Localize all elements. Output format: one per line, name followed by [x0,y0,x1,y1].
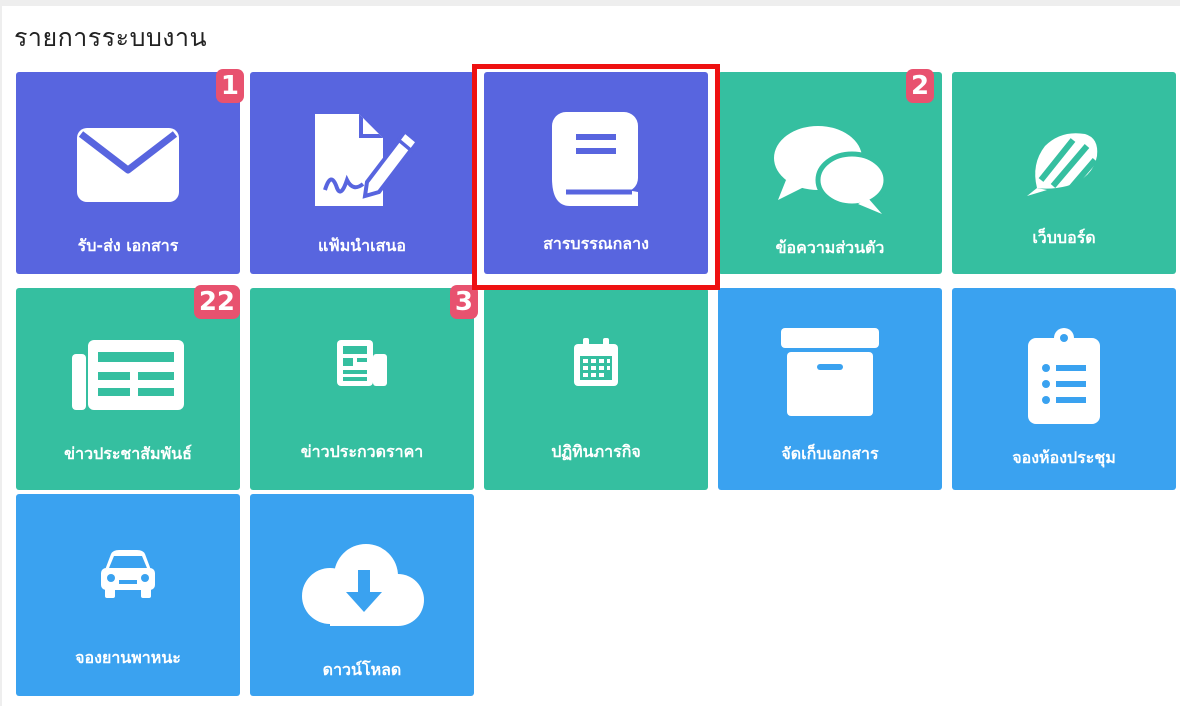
tile-webboard[interactable]: เว็บบอร์ด [952,72,1176,274]
tile-label: จองยานพาหนะ [75,648,181,667]
tile-label: ข่าวประชาสัมพันธ์ [64,444,192,463]
tile-proposal-folder[interactable]: แฟ้มนำเสนอ [250,72,474,274]
tile-label: จัดเก็บเอกสาร [781,444,879,463]
tile-mission-calendar[interactable]: ปฏิทินภารกิจ [484,288,708,490]
tile-label: ข้อความส่วนตัว [775,238,885,257]
notification-badge: 3 [449,285,478,319]
small-newspaper-icon [337,340,387,390]
signed-document-icon [307,110,420,214]
tile-label: ดาวน์โหลด [322,660,402,679]
car-icon [101,550,155,602]
notification-badge: 1 [215,69,244,103]
clipboard-list-icon [1028,328,1100,428]
notification-badge: 22 [193,285,240,319]
envelope-icon [77,128,179,206]
archive-box-icon [781,328,879,420]
tile-private-messages[interactable]: ข้อความส่วนตัว 2 [718,69,942,274]
tile-document-archive[interactable]: จัดเก็บเอกสาร [718,288,942,490]
system-list-panel: รายการระบบงาน รับ-ส่ง เอกสาร 1 แฟ้มนำเสน… [0,0,1180,706]
newspaper-icon [72,340,184,414]
notification-badge: 2 [906,69,935,103]
chat-bubbles-icon [772,124,889,220]
tile-label: ข่าวประกวดราคา [300,442,424,461]
tile-label: จองห้องประชุม [1012,448,1116,467]
page-title: รายการระบบงาน [14,23,208,52]
tile-download[interactable]: ดาวน์โหลด [250,494,474,696]
tile-label: ปฏิทินภารกิจ [551,442,641,461]
tile-document-send-receive[interactable]: รับ-ส่ง เอกสาร 1 [16,69,244,274]
tile-central-records[interactable]: สารบรรณกลาง [484,72,708,274]
tile-meeting-room-booking[interactable]: จองห้องประชุม [952,288,1176,490]
cloud-download-icon [300,542,424,632]
tile-label: สารบรรณกลาง [543,234,649,253]
calendar-icon [574,338,618,390]
tile-bid-news[interactable]: ข่าวประกวดราคา 3 [250,285,478,490]
webboard-icon [1027,130,1101,200]
book-icon [552,112,640,212]
tile-label: เว็บบอร์ด [1032,228,1096,247]
tile-label: รับ-ส่ง เอกสาร [77,236,179,255]
tile-label: แฟ้มนำเสนอ [318,236,406,255]
tile-public-relations-news[interactable]: ข่าวประชาสัมพันธ์ 22 [16,285,240,490]
tile-vehicle-booking[interactable]: จองยานพาหนะ [16,494,240,696]
